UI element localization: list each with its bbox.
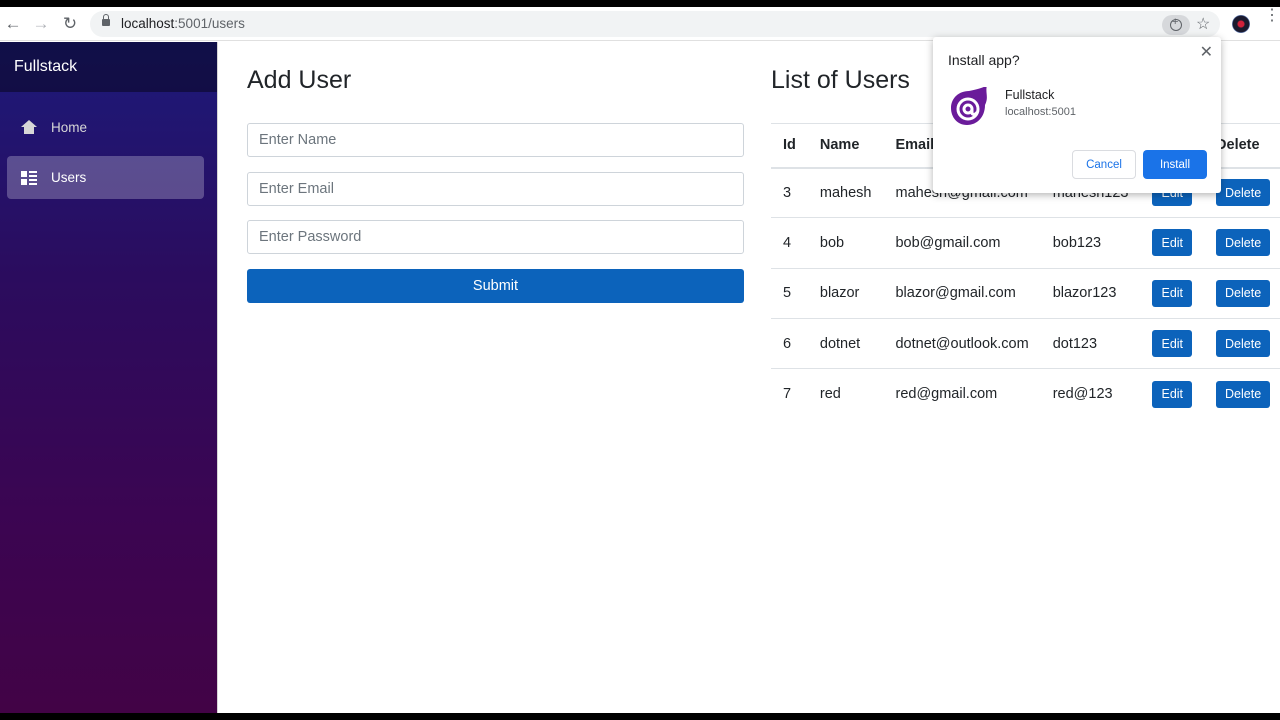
edit-button[interactable]: Edit bbox=[1152, 229, 1193, 257]
cell-email: red@gmail.com bbox=[883, 368, 1041, 419]
edit-button[interactable]: Edit bbox=[1152, 330, 1193, 358]
install-app-button[interactable] bbox=[1162, 15, 1190, 35]
edit-button[interactable]: Edit bbox=[1152, 279, 1193, 307]
delete-cell: Delete bbox=[1204, 267, 1280, 319]
close-icon[interactable]: ✕ bbox=[1200, 42, 1213, 62]
add-user-title: Add User bbox=[247, 66, 352, 94]
dialog-title: Install app? bbox=[948, 52, 1020, 68]
reload-icon: ↻ bbox=[62, 14, 78, 33]
table-row: 5 blazor blazor@gmail.com blazor123 Edit Dele… bbox=[771, 267, 1280, 319]
cell-id: 3 bbox=[771, 166, 808, 218]
column-header-name: Name bbox=[807, 123, 884, 169]
reload-button[interactable]: ↻ bbox=[58, 12, 82, 36]
app-origin: localhost:5001 bbox=[1005, 106, 1076, 118]
install-button[interactable]: Install bbox=[1143, 150, 1207, 179]
sidebar-item-label: Users bbox=[51, 170, 87, 185]
forward-button[interactable]: → bbox=[29, 12, 53, 36]
cell-email: blazor@gmail.com bbox=[883, 267, 1041, 319]
app-name: Fullstack bbox=[1005, 88, 1055, 102]
table-row: 4 bob bob@gmail.com bob123 Edit Delete bbox=[771, 217, 1280, 269]
delete-button[interactable]: Delete bbox=[1216, 380, 1271, 408]
cell-name: blazor bbox=[807, 267, 884, 319]
sidebar-item-home[interactable]: Home bbox=[7, 106, 204, 149]
password-input[interactable] bbox=[247, 220, 744, 254]
column-header-id: Id bbox=[771, 123, 808, 169]
browser-toolbar: ← → ↻ localhost:5001/users ☆ ⋮ bbox=[0, 7, 1280, 41]
sidebar-item-label: Home bbox=[51, 120, 88, 135]
home-icon bbox=[21, 119, 37, 136]
install-app-dialog: Install app? ✕ Fullstack localhost:5001 … bbox=[933, 37, 1221, 193]
edit-button[interactable]: Edit bbox=[1152, 380, 1193, 408]
kebab-menu-icon[interactable]: ⋮ bbox=[1264, 8, 1280, 24]
arrow-right-icon: → bbox=[32, 14, 50, 33]
delete-button[interactable]: Delete bbox=[1216, 330, 1271, 358]
cell-id: 6 bbox=[771, 317, 808, 369]
delete-button[interactable]: Delete bbox=[1216, 279, 1271, 307]
email-input[interactable] bbox=[247, 172, 744, 206]
table-row: 6 dotnet dotnet@outlook.com dot123 Edit Delet… bbox=[771, 317, 1280, 369]
submit-button[interactable]: Submit bbox=[247, 269, 744, 303]
delete-button[interactable]: Delete bbox=[1216, 179, 1271, 207]
sidebar-item-users[interactable]: Users bbox=[7, 156, 204, 199]
table-row: 7 red red@gmail.com red@123 Edit Delete bbox=[771, 368, 1280, 419]
cell-email: dotnet@outlook.com bbox=[883, 317, 1041, 369]
sidebar: Fullstack Home Users bbox=[0, 42, 217, 713]
list-icon bbox=[21, 170, 37, 186]
edit-cell: Edit bbox=[1140, 267, 1205, 319]
plus-circle-icon bbox=[1170, 16, 1182, 31]
cell-name: mahesh bbox=[807, 166, 884, 218]
address-bar[interactable]: localhost:5001/users ☆ bbox=[90, 11, 1220, 37]
edit-cell: Edit bbox=[1140, 317, 1205, 369]
edit-cell: Edit bbox=[1140, 217, 1205, 269]
list-users-title: List of Users bbox=[771, 66, 910, 94]
blazor-logo-icon bbox=[951, 87, 987, 125]
profile-avatar[interactable] bbox=[1232, 15, 1250, 33]
delete-cell: Delete bbox=[1204, 368, 1280, 419]
back-button[interactable]: ← bbox=[1, 12, 25, 36]
delete-button[interactable]: Delete bbox=[1216, 229, 1271, 257]
cell-name: red bbox=[807, 368, 884, 419]
cancel-button[interactable]: Cancel bbox=[1072, 150, 1136, 179]
cell-id: 5 bbox=[771, 267, 808, 319]
cell-password: bob123 bbox=[1040, 217, 1141, 269]
cell-name: bob bbox=[807, 217, 884, 269]
brand-title[interactable]: Fullstack bbox=[0, 42, 217, 92]
cell-email: bob@gmail.com bbox=[883, 217, 1041, 269]
cell-id: 7 bbox=[771, 368, 808, 419]
cell-password: blazor123 bbox=[1040, 267, 1141, 319]
bookmark-star-icon[interactable]: ☆ bbox=[1196, 14, 1210, 34]
arrow-left-icon: ← bbox=[4, 14, 22, 33]
browser-window: ← → ↻ localhost:5001/users ☆ ⋮ Fullstack… bbox=[0, 7, 1280, 713]
lock-icon bbox=[102, 14, 110, 26]
cell-id: 4 bbox=[771, 217, 808, 269]
edit-cell: Edit bbox=[1140, 368, 1205, 419]
name-input[interactable] bbox=[247, 123, 744, 157]
delete-cell: Delete bbox=[1204, 317, 1280, 369]
delete-cell: Delete bbox=[1204, 217, 1280, 269]
cell-password: red@123 bbox=[1040, 368, 1141, 419]
cell-name: dotnet bbox=[807, 317, 884, 369]
url-text[interactable]: localhost:5001/users bbox=[121, 16, 245, 31]
cell-password: dot123 bbox=[1040, 317, 1141, 369]
